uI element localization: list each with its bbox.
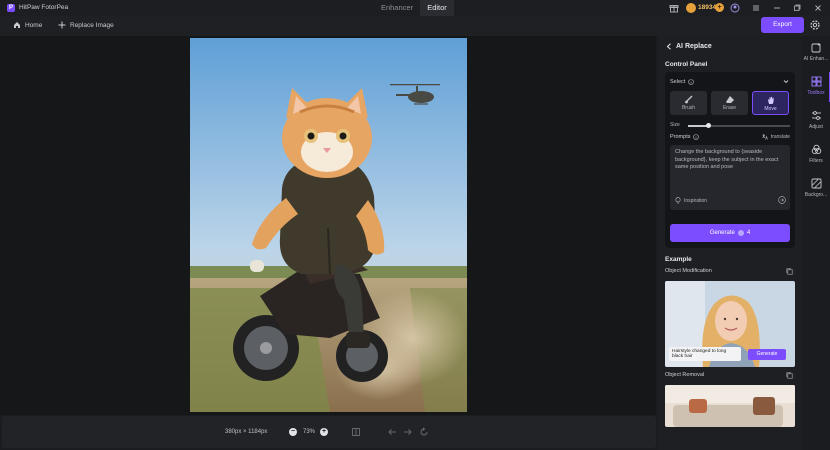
inspiration-label: Inspiration — [684, 197, 708, 204]
menu-icon[interactable] — [751, 3, 761, 13]
example-caption: Hairstyle changed to long black hair — [669, 347, 741, 361]
ai-replace-panel: AI Replace Control Panel Select Brush Er… — [658, 36, 802, 450]
info-icon[interactable] — [688, 79, 695, 85]
panel-header[interactable]: AI Replace — [666, 43, 712, 50]
nav-adjust-label: Adjust — [809, 124, 823, 130]
home-button[interactable]: Home — [13, 21, 42, 29]
example-removal-image[interactable] — [665, 385, 795, 427]
size-label: Size — [670, 122, 680, 128]
erase-tool-button[interactable]: Erase — [711, 91, 748, 115]
example-label-modification: Object Modification — [665, 268, 712, 274]
adjust-icon — [811, 111, 821, 120]
restore-icon[interactable] — [792, 3, 802, 13]
tab-editor[interactable]: Editor — [420, 0, 454, 16]
toolbar: Home Replace Image Export — [0, 16, 830, 36]
replace-image-label: Replace Image — [70, 21, 114, 29]
panel-title: AI Replace — [676, 43, 712, 50]
app-logo-icon: P — [7, 4, 15, 12]
generate-cost: 4 — [746, 230, 751, 236]
background-icon — [811, 178, 821, 189]
prompt-text[interactable]: Change the background to {seaside backgr… — [675, 149, 787, 172]
size-slider-knob[interactable] — [705, 123, 711, 128]
example-label-removal: Object Removal — [665, 372, 705, 378]
size-slider[interactable] — [688, 123, 790, 128]
credit-icon — [737, 230, 744, 236]
prompts-info-icon[interactable] — [693, 134, 700, 140]
title-bar: P HitPaw FotorPea Enhancer Editor 18934 … — [0, 0, 830, 16]
side-navigation: AI Enhan... Toolbox Adjust Filters Backg… — [802, 36, 830, 450]
nav-ai-enhance-label: AI Enhan... — [803, 56, 829, 62]
copy-icon-2[interactable] — [786, 372, 793, 379]
inspiration-button[interactable]: Inspiration — [675, 197, 707, 204]
nav-filters-label: Filters — [809, 158, 823, 164]
settings-gear-icon[interactable] — [809, 19, 821, 31]
hand-move-icon — [767, 96, 774, 104]
example-heading: Example — [665, 256, 692, 263]
compare-icon[interactable] — [351, 427, 361, 437]
send-icon[interactable] — [778, 196, 786, 204]
select-label: Select — [670, 79, 686, 85]
nav-background[interactable]: Backgro... — [802, 174, 830, 204]
move-label: Move — [764, 106, 777, 112]
nav-toolbox[interactable]: Toolbox — [802, 72, 830, 102]
zoom-in-button[interactable]: + — [320, 428, 328, 436]
account-icon[interactable] — [730, 3, 740, 13]
toolbox-icon — [811, 76, 821, 87]
home-icon — [14, 22, 20, 28]
brush-icon — [684, 95, 692, 104]
cat-motorcycle-image — [190, 38, 467, 412]
canvas-bottom-bar: 380px × 1184px − 73% + — [2, 416, 656, 448]
undo-icon[interactable] — [387, 427, 397, 437]
back-chevron-icon[interactable] — [666, 43, 672, 50]
coin-count: 18934 — [698, 4, 717, 11]
home-label: Home — [25, 21, 43, 29]
close-icon[interactable] — [813, 3, 823, 13]
redo-icon[interactable] — [403, 427, 413, 437]
control-panel-heading: Control Panel — [665, 61, 708, 68]
prompts-label: Prompts — [670, 134, 691, 140]
ai-enhance-icon — [811, 42, 821, 53]
prompts-label-row: Prompts — [670, 134, 700, 140]
nav-toolbox-label: Toolbox — [807, 90, 825, 96]
reset-icon[interactable] — [419, 427, 429, 437]
move-tool-button[interactable]: Move — [752, 91, 789, 115]
example-generate-button[interactable]: Generate — [748, 349, 786, 360]
eraser-icon — [725, 96, 734, 103]
nav-filters[interactable]: Filters — [802, 140, 830, 170]
copy-icon[interactable] — [786, 268, 793, 275]
sofa-room-image — [665, 385, 795, 427]
erase-label: Erase — [722, 105, 737, 111]
generate-label: Generate — [709, 230, 735, 236]
control-panel-card: Select Brush Erase Move Size Prompts tra… — [665, 72, 795, 248]
plus-icon — [58, 21, 66, 29]
edited-photo[interactable] — [190, 38, 467, 412]
minimize-icon[interactable] — [772, 3, 782, 13]
select-label-row: Select — [670, 79, 695, 85]
filters-icon — [811, 144, 821, 155]
generate-button[interactable]: Generate 4 — [670, 224, 790, 242]
translate-icon — [762, 134, 768, 140]
example-modification-image[interactable]: Hairstyle changed to long black hair Gen… — [665, 281, 795, 367]
nav-adjust[interactable]: Adjust — [802, 106, 830, 136]
export-button[interactable]: Export — [761, 17, 804, 33]
image-canvas[interactable] — [0, 36, 656, 415]
brush-tool-button[interactable]: Brush — [670, 91, 707, 115]
nav-background-label: Backgro... — [804, 192, 828, 198]
chevron-down-icon[interactable] — [783, 79, 789, 84]
nav-ai-enhance[interactable]: AI Enhan... — [802, 38, 830, 68]
zoom-out-button[interactable]: − — [289, 428, 297, 436]
zoom-level: 73% — [303, 429, 316, 435]
gift-icon[interactable] — [669, 3, 679, 13]
translate-label: translate — [770, 134, 790, 140]
translate-button[interactable]: translate — [762, 134, 790, 140]
add-coins-icon[interactable]: + — [715, 3, 724, 12]
image-dimensions: 380px × 1184px — [225, 429, 268, 435]
replace-image-button[interactable]: Replace Image — [58, 21, 114, 29]
lightbulb-icon — [675, 197, 681, 204]
app-name: HitPaw FotorPea — [19, 4, 69, 11]
coin-icon — [686, 3, 696, 13]
brush-label: Brush — [681, 105, 696, 111]
tab-enhancer[interactable]: Enhancer — [374, 0, 420, 16]
prompt-textarea[interactable]: Change the background to {seaside backgr… — [670, 145, 790, 210]
